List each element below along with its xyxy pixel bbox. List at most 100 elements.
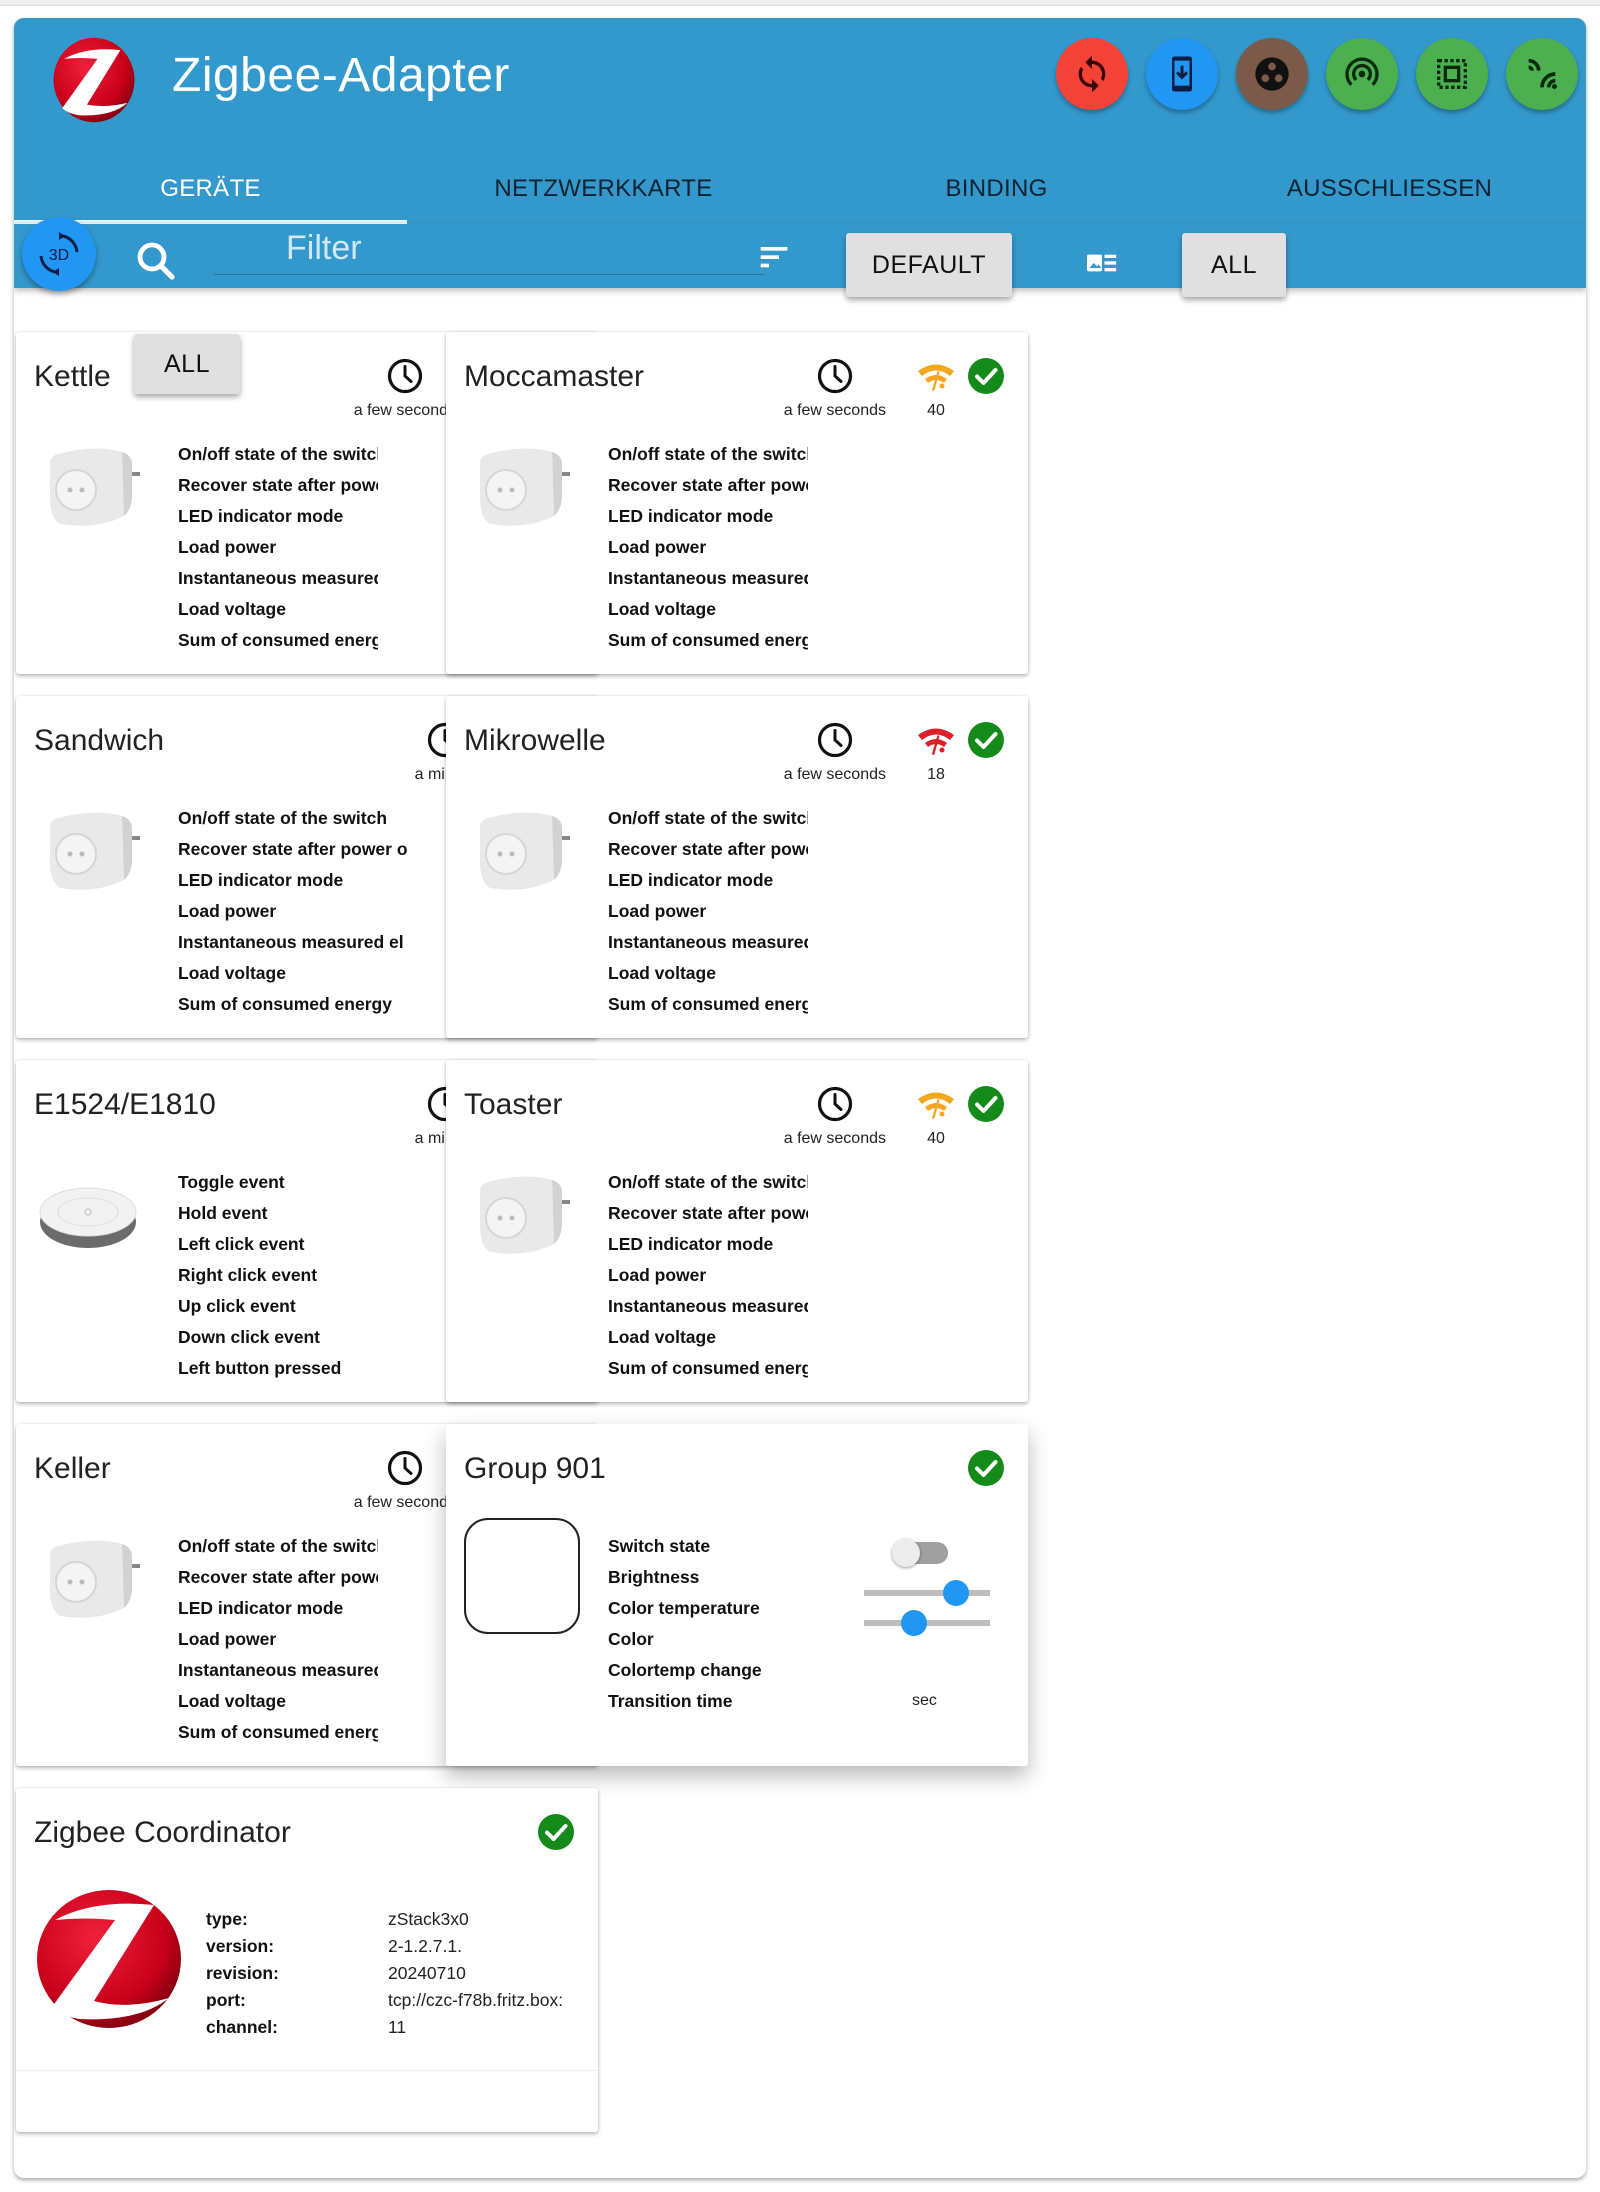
info-row: version: 2-1.2.7.1.	[206, 1933, 563, 1960]
device-prop: Sum of consumed energy	[178, 994, 392, 1014]
status-ok-icon	[968, 358, 1004, 394]
smart-plug-image	[50, 448, 140, 526]
reset-button[interactable]	[1056, 38, 1128, 110]
room-filter-tooltip[interactable]: ALL	[134, 334, 240, 394]
device-prop: LED indicator mode	[608, 870, 774, 890]
tab-ausschliessen[interactable]: AUSSCHLIESSEN	[1193, 158, 1586, 220]
device-prop: Load voltage	[608, 599, 716, 619]
slider-knob[interactable]	[901, 1610, 928, 1636]
touchlink-button[interactable]	[1416, 38, 1488, 110]
link-quality-value: 40	[927, 1130, 945, 1147]
coordinator-status	[526, 1812, 576, 1852]
group-prop: Color temperature	[608, 1598, 760, 1618]
group-prop: Colortemp change	[608, 1660, 762, 1680]
device-prop: On/off state of the switch	[608, 444, 808, 464]
tab-binding[interactable]: BINDING	[800, 158, 1193, 220]
sort-default-button[interactable]: DEFAULT	[846, 233, 1012, 297]
device-prop: Sum of consumed energy	[608, 994, 808, 1014]
last-seen: a few seconds	[784, 356, 886, 420]
device-prop: Load voltage	[178, 963, 286, 983]
device-prop: Load power	[178, 1629, 277, 1649]
device-prop: Load power	[608, 901, 707, 921]
switch-state-toggle[interactable]	[892, 1539, 948, 1567]
group-props: Switch state Brightness Color temperatur…	[608, 1534, 848, 1720]
app-frame: Kettlea few seconds69On/off state of the…	[14, 18, 1586, 2178]
group-prop: Transition time	[608, 1691, 733, 1711]
device-prop: Sum of consumed energy	[608, 1358, 808, 1378]
link-quality: 40	[916, 356, 956, 420]
download-config-button[interactable]	[1146, 38, 1218, 110]
info-row: type: zStack3x0	[206, 1906, 563, 1933]
smart-plug-image	[480, 1176, 570, 1254]
smart-plug-image	[50, 1540, 140, 1618]
device-card[interactable]: Moccamaster a few seconds 40 On/off state o…	[446, 332, 1028, 674]
toggle-knob	[892, 1539, 920, 1567]
tab-bar: GERÄTE NETZWERKKARTE BINDING AUSSCHLIESS…	[14, 158, 1586, 224]
smart-plug-image	[50, 812, 140, 890]
channel-scan-button[interactable]	[1506, 38, 1578, 110]
3d-view-button[interactable]: 3D	[22, 217, 96, 291]
device-card[interactable]: Mikrowelle a few seconds 18 On/off state of…	[446, 696, 1028, 1038]
device-prop: On/off state of the switch	[178, 808, 388, 828]
device-title: Mikrowelle	[464, 724, 606, 757]
tab-netzwerkkarte[interactable]: NETZWERKKARTE	[407, 158, 800, 220]
info-key: revision:	[206, 1963, 279, 1983]
last-seen-text: a few seconds	[783, 402, 886, 419]
groups-button[interactable]	[1236, 38, 1308, 110]
info-value: tcp://czc-f78b.fritz.box:	[388, 1990, 564, 2010]
link-quality-value: 40	[927, 402, 945, 419]
sort-icon[interactable]	[754, 237, 794, 277]
status-ok-icon	[968, 1086, 1004, 1122]
last-seen-text: a few seconds	[353, 1494, 456, 1511]
device-props: On/off state of the switch Recover state …	[608, 1170, 808, 1387]
clock-icon	[387, 358, 422, 394]
device-title: Sandwich	[34, 724, 165, 757]
info-key: version:	[206, 1936, 275, 1956]
device-prop: Recover state after power outage	[178, 1567, 378, 1587]
device-prop: Hold event	[178, 1203, 268, 1223]
device-props: On/off state of the switch Recover state …	[608, 442, 808, 659]
clock-icon	[817, 358, 852, 394]
info-value: 2-1.2.7.1.	[388, 1936, 462, 1956]
device-props: Toggle event Hold event Left click event Ri…	[178, 1170, 418, 1387]
status-ok-icon	[968, 1450, 1004, 1486]
device-status: a few seconds 40	[784, 1084, 1006, 1148]
device-status: a few seconds 18	[784, 720, 1006, 784]
filter-input[interactable]	[214, 223, 764, 275]
tab-geraete[interactable]: GERÄTE	[14, 158, 407, 224]
clock-icon	[817, 722, 852, 758]
group-title: Group 901	[464, 1452, 606, 1485]
status-ok-icon	[968, 722, 1004, 758]
device-prop: Instantaneous measured electric power	[608, 1296, 808, 1316]
device-status: a few seconds 40	[784, 356, 1006, 420]
signal-strength-icon	[918, 728, 954, 755]
device-props: On/off state of the switch Recover state …	[178, 1534, 378, 1751]
group-status	[956, 1448, 1006, 1488]
color-temperature-slider[interactable]	[864, 1610, 990, 1636]
info-value: 20240710	[388, 1963, 466, 1983]
group-card[interactable]: Group 901 Switch state Brightness Color …	[446, 1424, 1028, 1766]
coordinator-card[interactable]: Zigbee Coordinator type: zStack3x0 versio…	[16, 1788, 598, 2132]
transition-unit: sec	[912, 1692, 937, 1709]
device-title: Keller	[34, 1452, 111, 1485]
room-filter-button[interactable]: ALL	[1182, 233, 1286, 297]
chip-icon	[1437, 59, 1467, 89]
card-view-icon[interactable]	[1082, 243, 1122, 283]
pairing-button[interactable]	[1326, 38, 1398, 110]
top-edge	[0, 0, 1600, 6]
device-card[interactable]: Toaster a few seconds 40 On/off state of th…	[446, 1060, 1028, 1402]
device-prop: Load power	[608, 537, 707, 557]
header-actions	[1056, 38, 1578, 110]
device-prop: LED indicator mode	[608, 1234, 774, 1254]
device-props: On/off state of the switch Recover state …	[178, 442, 378, 659]
brightness-slider[interactable]	[864, 1580, 990, 1606]
device-prop: Left click event	[178, 1234, 305, 1254]
device-prop: Instantaneous measured electric power	[608, 568, 808, 588]
device-prop: Load voltage	[178, 1691, 286, 1711]
device-prop: Left button pressed	[178, 1358, 342, 1378]
device-prop: Load power	[178, 901, 277, 921]
broadcast-icon	[1345, 57, 1379, 86]
group-prop: Switch state	[608, 1536, 711, 1556]
device-prop: Recover state after power outage	[608, 839, 808, 859]
slider-knob[interactable]	[942, 1580, 969, 1606]
